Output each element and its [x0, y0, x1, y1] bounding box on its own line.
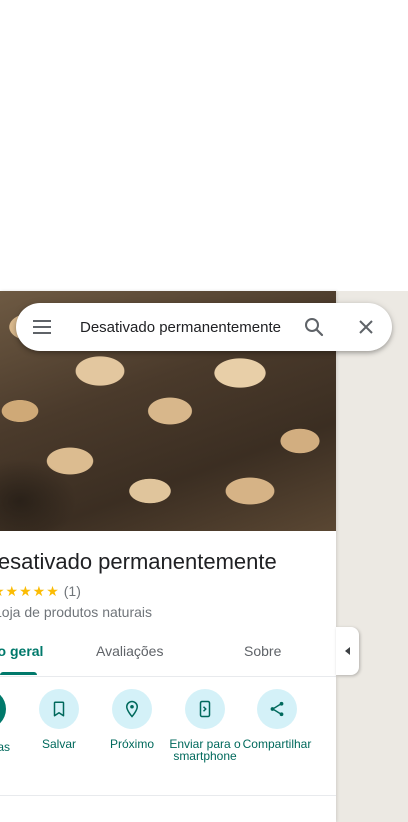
nearby-icon: [125, 700, 139, 718]
send-to-phone-icon: [199, 700, 211, 718]
search-button[interactable]: [302, 315, 326, 339]
tab-overview[interactable]: Visão geral: [0, 643, 43, 659]
place-panel: Desativado permanentemente ★★★★★(1) Loja…: [0, 291, 336, 822]
tab-about[interactable]: Sobre: [244, 643, 281, 659]
collapse-panel-button[interactable]: [336, 627, 359, 675]
place-tabs: Visão geral Avaliações Sobre: [0, 631, 336, 677]
share-icon: [270, 701, 284, 717]
bookmark-icon: [53, 701, 65, 717]
active-tab-indicator: [0, 672, 37, 675]
place-title: Desativado permanentemente: [0, 549, 277, 574]
directions-button[interactable]: [0, 689, 6, 729]
menu-button[interactable]: [30, 315, 54, 339]
rating-count[interactable]: (1): [64, 583, 81, 599]
nearby-button[interactable]: Próximo: [95, 689, 169, 750]
send-to-phone-label: Enviar para o smartphone: [169, 737, 241, 763]
rating-stars: ★★★★★: [0, 583, 60, 599]
save-button[interactable]: Salvar: [22, 689, 96, 750]
caret-left-icon: [344, 647, 350, 655]
section-divider: [0, 795, 336, 796]
nearby-label: Próximo: [109, 737, 154, 751]
close-button[interactable]: [354, 315, 378, 339]
search-icon: [305, 318, 324, 337]
search-input[interactable]: [80, 303, 304, 351]
save-label: Salvar: [41, 737, 76, 751]
directions-label: Rotas: [0, 740, 10, 754]
share-label: Compartilhar: [242, 737, 312, 751]
share-button[interactable]: Compartilhar: [240, 689, 314, 750]
map-area[interactable]: [336, 291, 408, 822]
send-to-phone-button[interactable]: Enviar para o smartphone: [168, 689, 242, 762]
close-icon: [359, 320, 373, 334]
menu-icon: [33, 320, 51, 334]
place-category[interactable]: Loja de produtos naturais: [0, 604, 152, 620]
tab-reviews[interactable]: Avaliações: [96, 643, 163, 659]
rating-row: ★★★★★(1): [0, 583, 81, 600]
search-box: [16, 303, 392, 351]
